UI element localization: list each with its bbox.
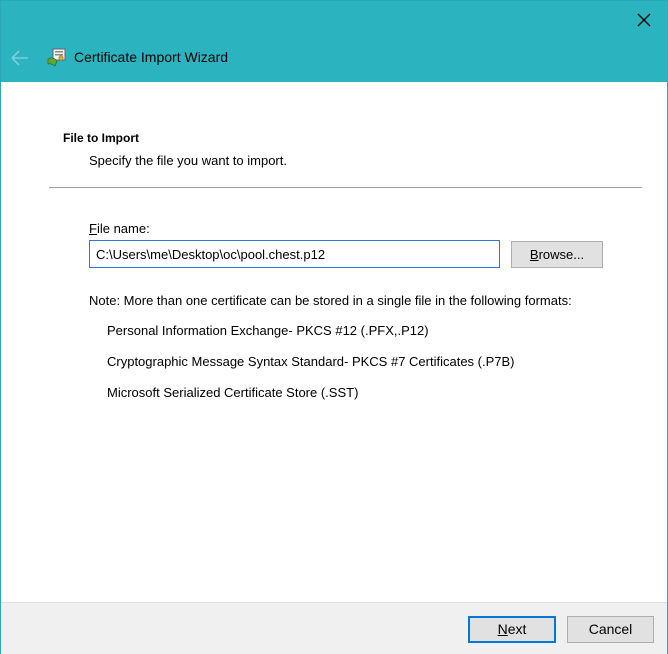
close-icon[interactable] [635, 11, 653, 29]
certificate-icon [46, 46, 68, 68]
page-subheading: Specify the file you want to import. [89, 153, 287, 168]
browse-label: rowse... [538, 247, 585, 262]
format-item-sst: Microsoft Serialized Certificate Store (… [107, 385, 359, 400]
file-name-input[interactable] [89, 240, 500, 268]
file-name-label-text: ile name: [96, 221, 150, 236]
browse-button[interactable]: Browse... [511, 241, 603, 268]
back-arrow-icon[interactable] [10, 49, 30, 67]
file-name-label: File name: [89, 221, 150, 236]
next-button[interactable]: Next [468, 616, 556, 643]
cancel-button[interactable]: Cancel [567, 616, 654, 643]
page-heading: File to Import [63, 131, 139, 145]
wizard-window: Certificate Import Wizard File to Import… [0, 0, 668, 654]
browse-mnemonic: B [529, 247, 539, 262]
format-item-p7b: Cryptographic Message Syntax Standard- P… [107, 354, 515, 369]
formats-note: Note: More than one certificate can be s… [89, 293, 572, 308]
header-divider [49, 187, 642, 188]
window-title: Certificate Import Wizard [74, 49, 229, 65]
title-bar: Certificate Import Wizard [1, 1, 667, 82]
format-item-pfx: Personal Information Exchange- PKCS #12 … [107, 323, 429, 338]
file-name-label-mnemonic: F [89, 221, 97, 236]
next-mnemonic: N [497, 621, 508, 637]
next-label: ext [507, 621, 527, 637]
content-area: File to Import Specify the file you want… [1, 82, 667, 602]
button-bar: Next Cancel [1, 602, 667, 654]
